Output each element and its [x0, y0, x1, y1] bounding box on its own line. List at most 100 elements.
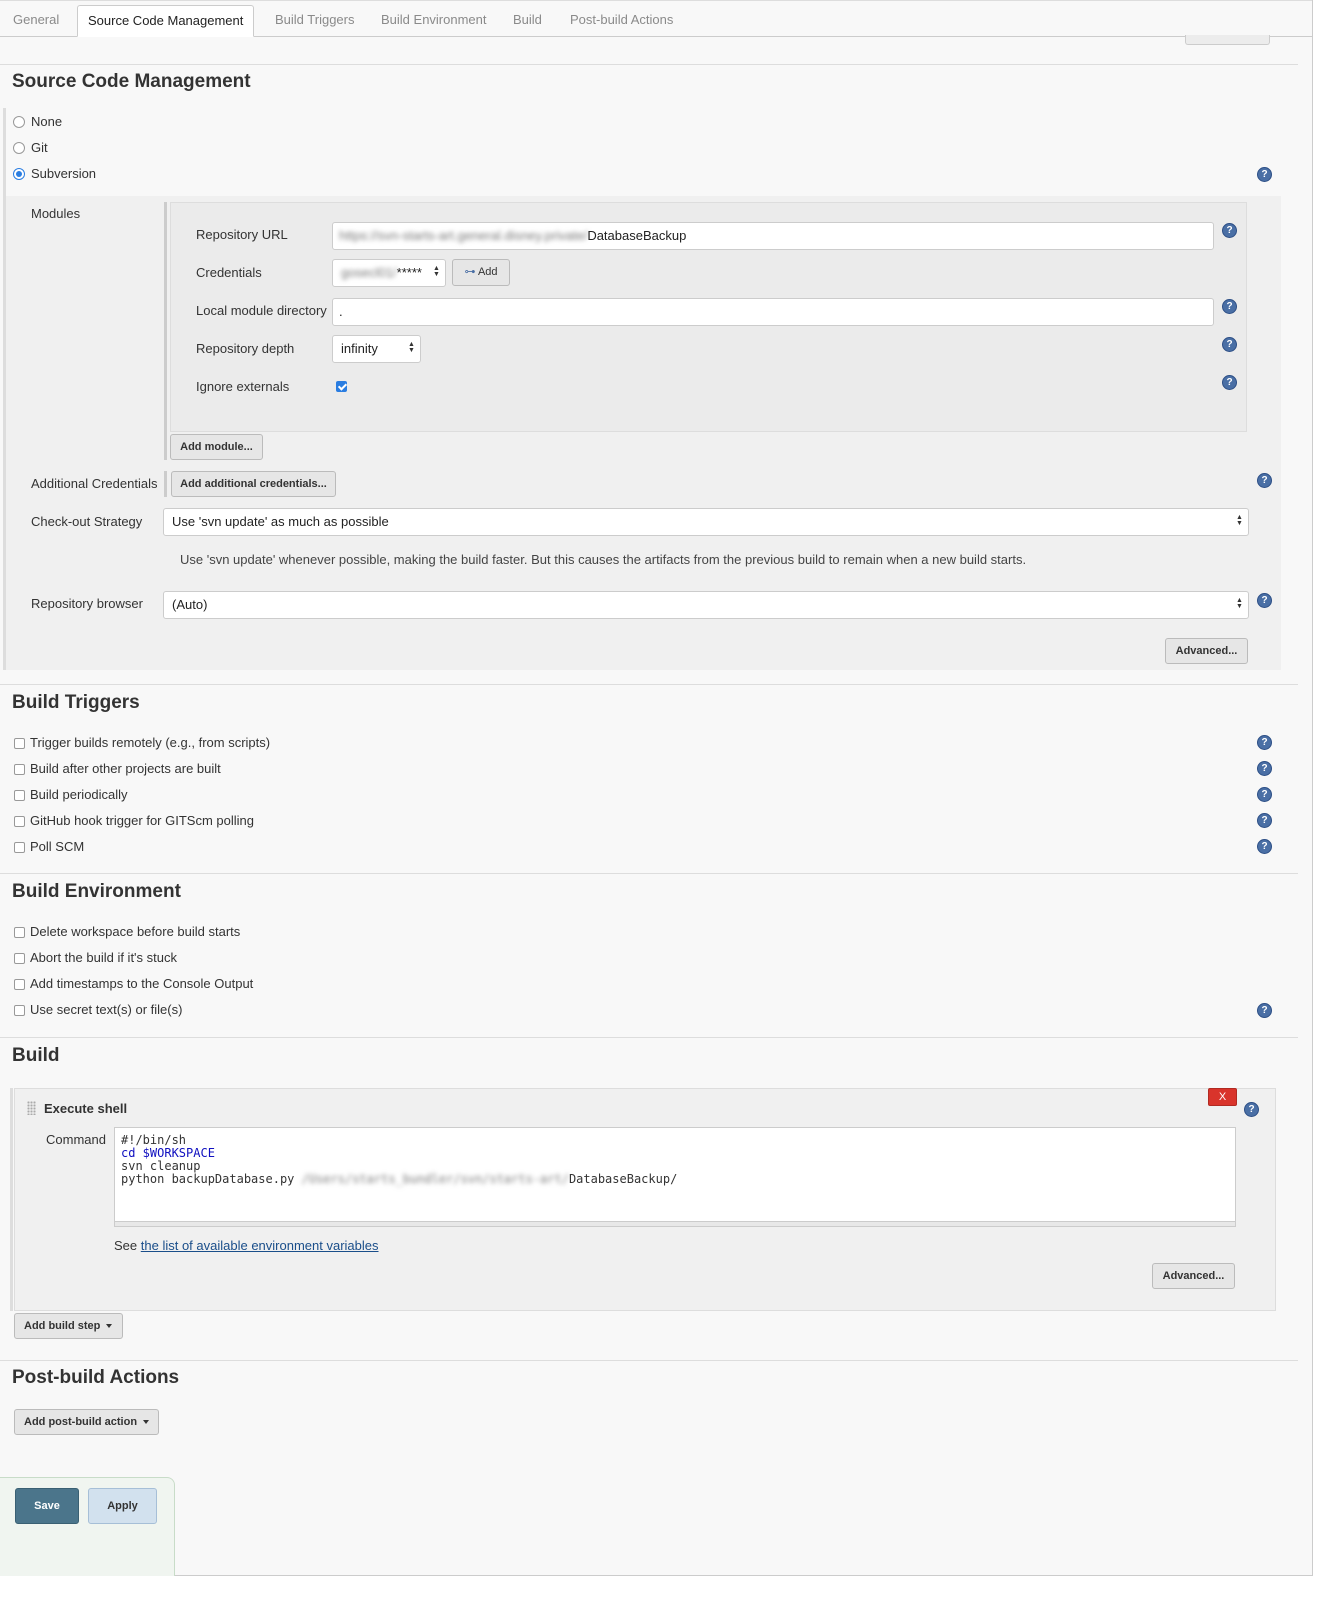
- delete-step-button[interactable]: X: [1208, 1088, 1237, 1106]
- tab-source-code-management[interactable]: Source Code Management: [77, 5, 255, 37]
- env-delete-workspace-checkbox[interactable]: [14, 927, 25, 938]
- repository-browser-select[interactable]: (Auto) ▲ ▼: [163, 591, 1249, 619]
- help-icon[interactable]: ?: [1257, 473, 1272, 488]
- key-icon: ⊶: [464, 266, 476, 278]
- tab-build-environment[interactable]: Build Environment: [371, 5, 497, 36]
- add-build-step-label: Add build step: [24, 1320, 101, 1332]
- modules-label: Modules: [31, 206, 81, 221]
- trigger-github-hook-checkbox[interactable]: [14, 816, 25, 827]
- tab-build[interactable]: Build: [503, 5, 552, 36]
- radio-none[interactable]: [13, 116, 25, 128]
- code-line: cd $WORKSPACE: [121, 1146, 215, 1160]
- code-line: python backupDatabase.py /Users/starts_b…: [121, 1172, 678, 1186]
- help-icon[interactable]: ?: [1244, 1102, 1259, 1117]
- radio-subversion[interactable]: [13, 168, 25, 180]
- code-line-prefix: python backupDatabase.py: [121, 1172, 302, 1186]
- help-icon[interactable]: ?: [1257, 813, 1272, 828]
- scm-title: Source Code Management: [12, 71, 251, 92]
- help-icon[interactable]: ?: [1257, 593, 1272, 608]
- divider: [0, 873, 1298, 874]
- env-delete-workspace-label: Delete workspace before build starts: [30, 924, 241, 939]
- credentials-label: Credentials: [196, 265, 262, 280]
- add-credentials-label: Add: [477, 266, 498, 278]
- build-title: Build: [12, 1045, 60, 1066]
- env-timestamps-label: Add timestamps to the Console Output: [30, 976, 254, 991]
- post-build-title: Post-build Actions: [12, 1367, 180, 1388]
- trigger-after-other-label: Build after other projects are built: [30, 761, 221, 776]
- tab-build-triggers[interactable]: Build Triggers: [265, 5, 364, 36]
- add-build-step-button[interactable]: Add build step: [14, 1313, 123, 1339]
- config-page: General Source Code Management Build Tri…: [0, 0, 1313, 1576]
- radio-subversion-label: Subversion: [31, 166, 97, 181]
- trigger-poll-scm-label: Poll SCM: [30, 839, 85, 854]
- env-abort-stuck-label: Abort the build if it's stuck: [30, 950, 177, 965]
- depth-select[interactable]: infinity ▲ ▼: [332, 335, 421, 363]
- help-icon[interactable]: ?: [1222, 337, 1237, 352]
- add-credentials-button[interactable]: ⊶ Add: [452, 259, 510, 286]
- env-timestamps-checkbox[interactable]: [14, 979, 25, 990]
- apply-button[interactable]: Apply: [88, 1488, 157, 1524]
- save-button[interactable]: Save: [15, 1488, 79, 1524]
- repo-url-input[interactable]: https://svn-starts-art.general.disney.pr…: [332, 222, 1214, 250]
- divider: [0, 1360, 1298, 1361]
- scm-advanced-button[interactable]: Advanced...: [1165, 638, 1248, 664]
- tab-post-build-actions[interactable]: Post-build Actions: [560, 5, 683, 36]
- help-icon[interactable]: ?: [1257, 839, 1272, 854]
- chevron-down-icon: [106, 1324, 113, 1329]
- radio-git[interactable]: [13, 142, 25, 154]
- repository-browser-label: Repository browser: [31, 596, 143, 611]
- repo-url-value: DatabaseBackup: [587, 228, 687, 243]
- help-icon[interactable]: ?: [1222, 299, 1237, 314]
- add-additional-credentials-button[interactable]: Add additional credentials...: [171, 471, 336, 497]
- credentials-select[interactable]: gosecl01/***** ▲ ▼: [332, 259, 446, 287]
- help-icon[interactable]: ?: [1222, 375, 1237, 390]
- section-tabs: General Source Code Management Build Tri…: [0, 0, 1312, 37]
- drag-handle-icon[interactable]: [27, 1101, 36, 1115]
- help-icon[interactable]: ?: [1222, 223, 1237, 238]
- ignore-externals-checkbox[interactable]: [336, 381, 347, 392]
- build-advanced-button[interactable]: Advanced...: [1152, 1263, 1235, 1289]
- add-post-build-action-button[interactable]: Add post-build action: [14, 1409, 159, 1435]
- previous-advanced-button[interactable]: [1185, 35, 1270, 45]
- env-secret-text-label: Use secret text(s) or file(s): [30, 1002, 183, 1017]
- checkout-strategy-label: Check-out Strategy: [31, 514, 143, 529]
- trigger-remote-checkbox[interactable]: [14, 738, 25, 749]
- help-icon[interactable]: ?: [1257, 787, 1272, 802]
- tab-general[interactable]: General: [3, 5, 69, 36]
- select-arrows-icon: ▲ ▼: [408, 341, 415, 354]
- repository-browser-value: (Auto): [172, 597, 208, 612]
- command-label: Command: [46, 1132, 106, 1147]
- depth-value: infinity: [341, 341, 378, 356]
- env-vars-prefix: See: [114, 1238, 138, 1253]
- divider: [0, 684, 1298, 685]
- env-secret-text-checkbox[interactable]: [14, 1005, 25, 1016]
- help-icon[interactable]: ?: [1257, 167, 1272, 182]
- env-vars-note: See the list of available environment va…: [114, 1238, 379, 1253]
- checkout-strategy-select[interactable]: Use 'svn update' as much as possible ▲ ▼: [163, 508, 1249, 536]
- depth-label: Repository depth: [196, 341, 295, 356]
- execute-shell-title: Execute shell: [44, 1101, 128, 1116]
- build-step-bar: [10, 1088, 13, 1311]
- trigger-github-hook-label: GitHub hook trigger for GITScm polling: [30, 813, 254, 828]
- command-textarea[interactable]: #!/bin/sh cd $WORKSPACE svn cleanup pyth…: [114, 1127, 1236, 1227]
- env-vars-link[interactable]: the list of available environment variab…: [141, 1238, 379, 1253]
- env-abort-stuck-checkbox[interactable]: [14, 953, 25, 964]
- checkout-strategy-description: Use 'svn update' whenever possible, maki…: [180, 552, 1027, 567]
- add-post-build-action-label: Add post-build action: [24, 1416, 138, 1428]
- build-environment-title: Build Environment: [12, 881, 181, 902]
- checkout-strategy-value: Use 'svn update' as much as possible: [172, 514, 389, 529]
- code-line: #!/bin/sh: [121, 1133, 187, 1147]
- add-module-button[interactable]: Add module...: [170, 434, 263, 460]
- trigger-periodic-checkbox[interactable]: [14, 790, 25, 801]
- trigger-after-other-checkbox[interactable]: [14, 764, 25, 775]
- build-triggers-title: Build Triggers: [12, 692, 140, 713]
- help-icon[interactable]: ?: [1257, 761, 1272, 776]
- trigger-poll-scm-checkbox[interactable]: [14, 842, 25, 853]
- local-dir-label: Local module directory: [196, 303, 327, 318]
- local-dir-input[interactable]: .: [332, 298, 1214, 326]
- help-icon[interactable]: ?: [1257, 1003, 1272, 1018]
- additional-credentials-label: Additional Credentials: [31, 476, 158, 491]
- repo-url-label: Repository URL: [196, 227, 288, 242]
- help-icon[interactable]: ?: [1257, 735, 1272, 750]
- textarea-resize-handle[interactable]: [114, 1221, 1236, 1227]
